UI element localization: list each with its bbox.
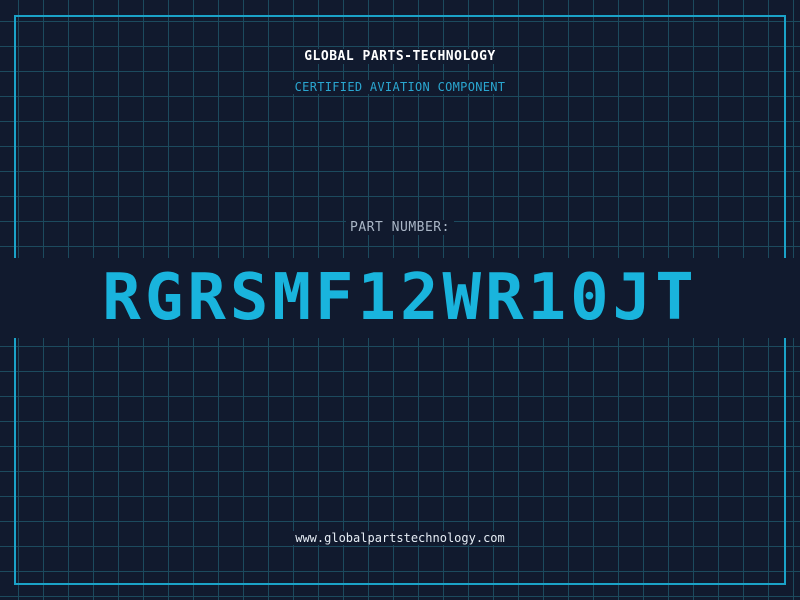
part-number-value-text: RGRSMF12WR10JT (96, 261, 704, 335)
company-name: GLOBAL PARTS-TECHNOLOGY (0, 49, 800, 64)
website-url: www.globalpartstechnology.com (0, 531, 800, 545)
part-number-label: PART NUMBER: (0, 220, 800, 235)
company-name-text: GLOBAL PARTS-TECHNOLOGY (300, 49, 500, 64)
website-url-text: www.globalpartstechnology.com (291, 531, 509, 545)
part-number-value: RGRSMF12WR10JT (0, 258, 800, 338)
certification-subtitle: CERTIFIED AVIATION COMPONENT (0, 80, 800, 94)
certification-subtitle-text: CERTIFIED AVIATION COMPONENT (290, 80, 510, 94)
part-number-label-text: PART NUMBER: (346, 220, 454, 235)
